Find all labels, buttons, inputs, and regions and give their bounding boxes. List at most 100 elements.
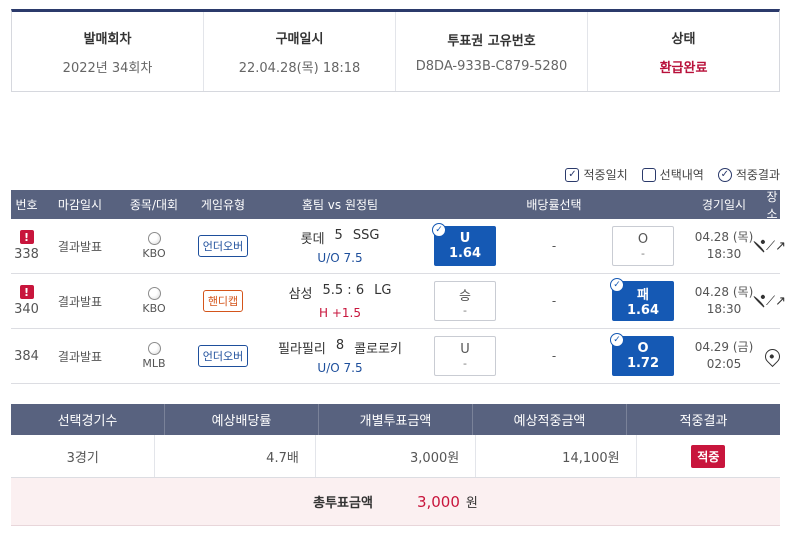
legend-hit-result-label: 적중결과 [735,168,780,182]
away-team: LG [374,282,392,298]
totals-header-odds: 예상배당률 [164,404,318,435]
game-date-cell: 04.28 (목) 18:30 [684,284,764,318]
game-match-cell: 필라필리 8 콜로로키 U/O 7.5 [256,338,424,375]
odds-option-label: O [637,341,649,356]
warning-icon: ! [19,285,34,299]
game-type-tag: 핸디캡 [202,290,244,312]
odds-cell: ✓ U 1.64 - O - [424,223,684,266]
game-close: 결과발표 [57,294,103,309]
odds-option-value: 1.64 [626,303,660,318]
total-label: 총투표금액 [313,496,373,511]
total-unit: 원 [465,496,478,511]
odds-option-label: U [460,342,470,357]
home-team: 필라필리 [278,341,326,357]
odds-option-label: U [459,231,471,246]
checkbox-empty-icon[interactable] [641,167,656,182]
game-no-cell: ! 338 [11,230,42,262]
checkbox-checked-icon[interactable]: ✓ [565,167,580,182]
away-team: 콜로로키 [354,341,402,357]
summary-status: 상태 환급완료 [587,12,779,91]
home-team: 삼성 [288,286,313,302]
game-table-header: 번호 마감일시 종목/대회 게임유형 홈팀 vs 원정팀 배당률선택 경기일시 … [11,189,780,221]
legend-selection-label: 선택내역 [659,168,704,182]
game-no: 384 [14,348,39,364]
table-row: ! 338 결과발표 KBO 언더오버 롯데 5 SSG U/O 7.5 ✓ U… [11,219,786,274]
totals-header-count: 선택경기수 [57,414,118,429]
odds-option-label: 승 [459,289,471,304]
summary-round: 발매회차 2022년 34회차 [12,12,203,91]
game-no: 340 [14,302,39,317]
totals-header: 선택경기수 예상배당률 개별투표금액 예상적중금액 적중결과 [11,404,780,435]
table-row: ! 340 결과발표 KBO 핸디캡 삼성 5.5 : 6 LG H +1.5 [11,274,786,329]
totals-result-cell: 적중 [635,435,780,477]
game-place-cell: ⟋↗ [752,294,786,309]
legend-hit-result[interactable]: ✓ 적중결과 [717,166,780,183]
header-odds: 배당률선택 [526,198,582,212]
game-no-cell: 384 [11,349,42,364]
header-place: 장소 [766,189,778,221]
header-match: 홈팀 vs 원정팀 [301,198,379,212]
game-time: 18:30 [706,302,742,316]
game-date-cell: 04.28 (목) 18:30 [684,229,764,263]
odds-option-value: - [463,304,467,317]
odds-option-value: 1.64 [448,246,482,261]
game-type-tag: 언더오버 [197,235,249,257]
totals-bet: 3,000원 [314,435,475,477]
round-label: 발매회차 [83,31,132,47]
warning-icon: ! [19,230,34,244]
ticket-label: 투표권 고유번호 [447,33,536,49]
trend-chart-icon[interactable]: ⟋↗ [766,294,786,309]
totals-header-result: 적중결과 [626,404,780,435]
purchase-label: 구매일시 [275,31,324,47]
game-type-cell: 핸디캡 [190,290,256,312]
game-score: 5 [334,227,343,243]
game-match-cell: 롯데 5 SSG U/O 7.5 [256,228,424,265]
game-time: 02:05 [706,357,742,371]
game-type-tag: 언더오버 [197,345,249,367]
game-time: 18:30 [706,247,742,261]
legend-selection[interactable]: 선택내역 [641,166,704,183]
odds-option-label: 패 [637,288,649,303]
game-no: 338 [14,247,39,262]
odds-option-2[interactable]: ✓ O 1.72 [610,333,674,376]
legend-hit-match-label: 적중일치 [583,168,628,182]
totals-header-expected: 예상적중금액 [472,404,626,435]
odds-option-1[interactable]: ✓ U 1.64 [432,223,496,266]
odds-option-value: - [641,247,645,260]
odds-option-1[interactable]: 승 - [434,281,496,321]
totals-odds: 4.7배 [154,435,314,477]
header-type: 게임유형 [200,198,246,212]
odds-draw: - [551,239,557,253]
baseball-icon [147,287,161,300]
home-team: 롯데 [300,231,325,247]
total-amount-wrap: 3,000 원 [417,492,478,511]
check-circle-icon: ✓ [610,278,624,292]
odds-option-2[interactable]: O - [612,226,674,266]
legend-hit-match[interactable]: ✓ 적중일치 [565,166,628,183]
location-pin-icon[interactable] [761,345,783,367]
totals-header-bet: 개별투표금액 [318,404,472,435]
summary-purchase: 구매일시 22.04.28(목) 18:18 [203,12,395,91]
game-sport-cell: KBO [118,287,190,315]
check-circle-icon[interactable]: ✓ [717,167,732,182]
game-date: 04.28 (목) [694,285,754,299]
odds-option-2[interactable]: ✓ 패 1.64 [610,278,674,321]
odds-draw: - [551,349,557,363]
game-no-cell: ! 340 [11,285,42,317]
header-no: 번호 [15,198,38,212]
ticket-summary: 발매회차 2022년 34회차 구매일시 22.04.28(목) 18:18 투… [11,9,780,92]
summary-ticket: 투표권 고유번호 D8DA-933B-C879-5280 [395,12,587,91]
odds-option-1[interactable]: U - [434,336,496,376]
status-label: 상태 [671,31,696,47]
game-place-cell [761,345,783,367]
total-bet-row: 총투표금액 3,000 원 [11,478,780,526]
game-score: 5.5 : 6 [322,282,365,298]
game-league: MLB [142,357,166,370]
total-amount: 3,000 [416,493,460,511]
trend-chart-icon[interactable]: ⟋↗ [766,239,786,254]
baseball-icon [147,232,161,245]
game-place-cell: ⟋↗ [752,239,786,254]
game-sport-cell: MLB [118,342,190,370]
game-league: KBO [142,302,166,315]
game-date: 04.28 (목) [694,230,754,244]
